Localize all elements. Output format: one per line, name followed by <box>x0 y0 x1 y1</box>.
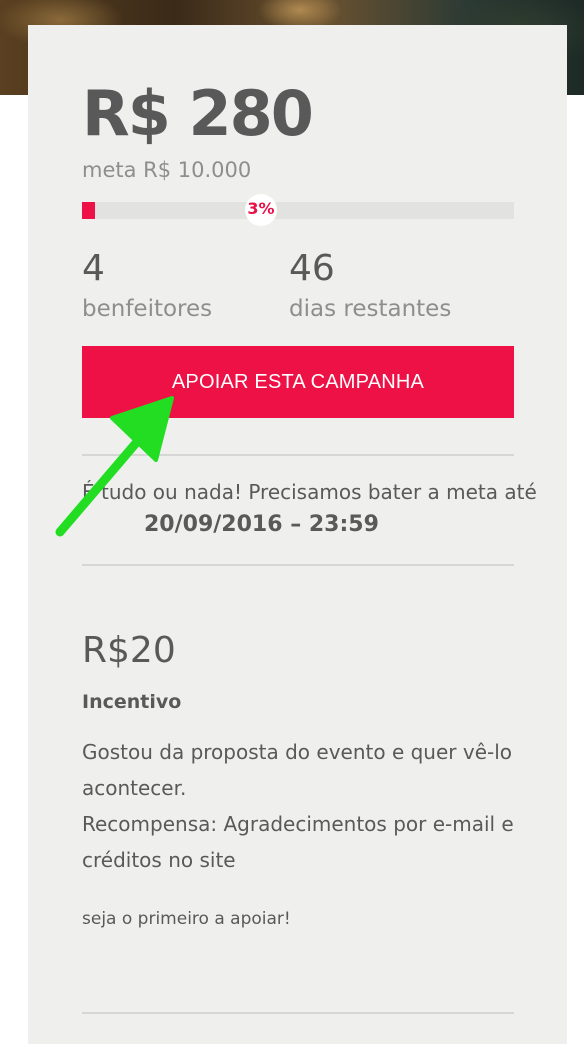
progress-bar <box>82 202 514 219</box>
reward-description-line: acontecer. <box>82 776 187 800</box>
reward-description: Gostou da proposta do evento e quer vê-l… <box>82 734 522 878</box>
days-left-count: 46 <box>289 248 335 289</box>
progress-fill <box>82 202 95 219</box>
green-arrow-icon <box>55 396 174 537</box>
divider <box>82 564 514 566</box>
divider <box>82 1012 514 1014</box>
days-left-label: dias restantes <box>289 296 452 322</box>
reward-support-link[interactable]: seja o primeiro a apoiar! <box>82 906 291 932</box>
reward-description-line: Gostou da proposta do evento e quer vê-l… <box>82 740 513 764</box>
goal-amount: meta R$ 10.000 <box>82 158 252 182</box>
reward-description-line: Recompensa: Agradecimentos por e-mail e <box>82 812 514 836</box>
reward-description-line: créditos no site <box>82 848 236 872</box>
backers-label: benfeitores <box>82 296 213 322</box>
reward-title: Incentivo <box>82 691 182 713</box>
backers-count: 4 <box>82 248 105 289</box>
raised-amount: R$ 280 <box>82 77 314 150</box>
reward-price: R$20 <box>82 630 176 671</box>
progress-percent-badge: 3% <box>245 194 277 226</box>
